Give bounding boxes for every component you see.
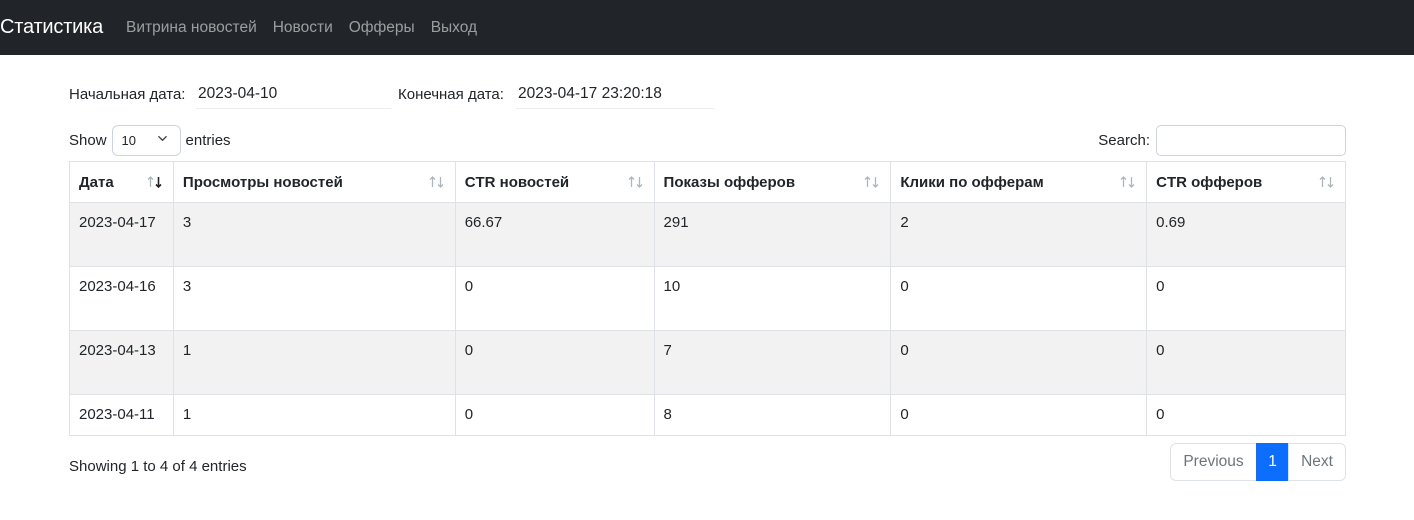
- column-header-date[interactable]: Дата: [69, 161, 174, 203]
- entries-label: entries: [185, 131, 231, 149]
- search-control: Search:: [1098, 124, 1346, 156]
- cell-offer-clicks: 0: [890, 394, 1148, 436]
- end-date-input[interactable]: [516, 79, 714, 109]
- cell-news-views: 3: [172, 202, 456, 267]
- page-length-control: Show 10 entries: [69, 124, 231, 156]
- nav-link-news[interactable]: Новости: [273, 19, 333, 37]
- page-length-value: 10: [121, 132, 136, 148]
- table-row: 2023-04-17 3 66.67 291 2 0.69: [69, 202, 1346, 267]
- cell-news-views: 1: [172, 394, 456, 436]
- cell-news-views: 3: [172, 266, 456, 331]
- table-row: 2023-04-16 3 0 10 0 0: [69, 266, 1346, 331]
- cell-offer-impressions: 10: [653, 266, 892, 331]
- cell-news-ctr: 0: [454, 330, 655, 395]
- column-header-label: CTR новостей: [464, 174, 570, 191]
- cell-offer-clicks: 0: [890, 266, 1148, 331]
- navbar: Статистика Витрина новостей Новости Оффе…: [0, 0, 1414, 55]
- column-header-news-ctr[interactable]: CTR новостей: [454, 161, 655, 203]
- end-date-label: Конечная дата:: [398, 86, 504, 103]
- table-row: 2023-04-13 1 0 7 0 0: [69, 330, 1346, 395]
- table-row: 2023-04-11 1 0 8 0 0: [69, 394, 1346, 436]
- cell-news-ctr: 0: [454, 394, 655, 436]
- search-label: Search:: [1098, 131, 1150, 149]
- nav-link-news-showcase[interactable]: Витрина новостей: [126, 19, 257, 37]
- previous-page-button[interactable]: Previous: [1170, 443, 1257, 481]
- cell-offer-ctr: 0: [1146, 330, 1346, 395]
- cell-offer-clicks: 2: [890, 202, 1148, 267]
- nav-link-logout[interactable]: Выход: [431, 19, 477, 37]
- sort-icon: [628, 176, 642, 188]
- cell-offer-clicks: 0: [890, 330, 1148, 395]
- show-label: Show: [69, 131, 107, 149]
- cell-date: 2023-04-11: [69, 394, 174, 436]
- cell-offer-impressions: 8: [653, 394, 892, 436]
- cell-offer-ctr: 0: [1146, 266, 1346, 331]
- column-header-label: Просмотры новостей: [182, 174, 343, 191]
- next-page-button[interactable]: Next: [1288, 443, 1346, 481]
- page-length-select[interactable]: 10: [111, 124, 181, 156]
- column-header-label: Клики по офферам: [900, 174, 1044, 191]
- column-header-label: Показы офферов: [663, 174, 796, 191]
- cell-date: 2023-04-16: [69, 266, 174, 331]
- pagination: Previous 1 Next: [1170, 443, 1346, 481]
- cell-offer-ctr: 0.69: [1146, 202, 1346, 267]
- cell-date: 2023-04-17: [69, 202, 174, 267]
- column-header-label: CTR офферов: [1156, 174, 1263, 191]
- cell-offer-impressions: 7: [653, 330, 892, 395]
- search-input[interactable]: [1156, 124, 1346, 156]
- brand-link[interactable]: Статистика: [0, 16, 103, 39]
- sort-icon: [1120, 176, 1135, 188]
- cell-date: 2023-04-13: [69, 330, 174, 395]
- column-header-label: Дата: [79, 174, 114, 191]
- sort-desc-icon: [147, 176, 162, 189]
- table-header-row: Дата Просмотры новостей CTR новостей Пок…: [69, 161, 1346, 203]
- sort-icon: [429, 176, 444, 188]
- start-date-input[interactable]: [196, 79, 391, 109]
- sort-icon: [864, 176, 879, 188]
- nav-link-offers[interactable]: Офферы: [349, 19, 415, 37]
- column-header-offer-clicks[interactable]: Клики по офферам: [890, 161, 1148, 203]
- column-header-offer-impressions[interactable]: Показы офферов: [653, 161, 892, 203]
- start-date-label: Начальная дата:: [69, 86, 186, 103]
- column-header-news-views[interactable]: Просмотры новостей: [172, 161, 456, 203]
- cell-news-ctr: 66.67: [454, 202, 655, 267]
- table-info: Showing 1 to 4 of 4 entries: [69, 458, 247, 475]
- cell-news-ctr: 0: [454, 266, 655, 331]
- cell-offer-impressions: 291: [653, 202, 892, 267]
- chevron-down-icon: [157, 135, 167, 141]
- sort-icon: [1319, 176, 1334, 188]
- stats-table: Дата Просмотры новостей CTR новостей Пок…: [69, 161, 1346, 436]
- page-1-button[interactable]: 1: [1256, 443, 1289, 481]
- cell-news-views: 1: [172, 330, 456, 395]
- cell-offer-ctr: 0: [1146, 394, 1346, 436]
- column-header-offer-ctr[interactable]: CTR офферов: [1146, 161, 1346, 203]
